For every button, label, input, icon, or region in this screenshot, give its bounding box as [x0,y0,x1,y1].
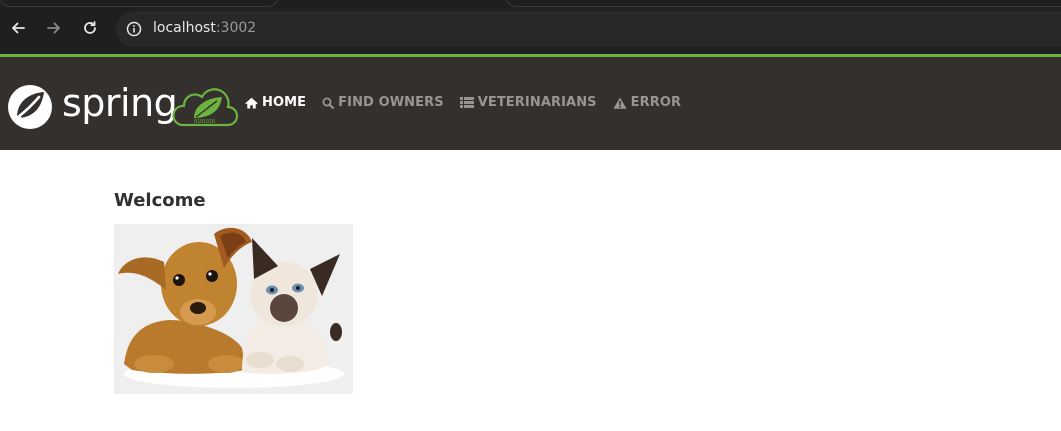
nav-home[interactable]: HOME [245,95,306,110]
nav-veterinarians[interactable]: VETERINARIANS [459,95,597,110]
navbar: spring 0101010 HOME FIND OWNERS VETERINA… [0,57,1061,150]
arrow-left-icon [12,22,25,34]
address-bar[interactable]: localhost:3002 [116,11,1061,47]
nav-find-owners-label: FIND OWNERS [338,95,444,110]
browser-tab[interactable] [506,0,1061,7]
spring-leaf-icon [8,85,52,129]
cloud-leaf-icon: 0101010 [172,88,238,127]
spring-logo[interactable]: spring 0101010 [6,81,238,129]
arrow-right-icon [47,22,60,34]
info-icon[interactable] [126,21,142,37]
brand-name: spring [62,81,178,125]
svg-text:0101010: 0101010 [194,119,215,125]
pets-image [114,224,353,394]
url-host: localhost [153,20,216,36]
browser-tab[interactable] [0,0,278,7]
home-icon [245,97,258,108]
browser-toolbar: localhost:3002 [0,0,1061,54]
url-text[interactable]: localhost:3002 [153,20,256,36]
forward-button[interactable] [43,17,65,39]
back-button[interactable] [7,17,29,39]
nav-home-label: HOME [262,95,307,110]
reload-button[interactable] [79,17,101,39]
nav-error-label: ERROR [630,95,682,110]
nav-veterinarians-label: VETERINARIANS [477,95,597,110]
nav-find-owners[interactable]: FIND OWNERS [322,95,444,110]
warning-icon [613,97,627,109]
nav-menu: HOME FIND OWNERS VETERINARIANS ERROR [245,95,681,110]
url-port: :3002 [215,20,257,36]
reload-icon [84,21,96,34]
search-icon [322,97,335,109]
nav-error[interactable]: ERROR [613,95,681,110]
list-icon [459,97,474,108]
page-title: Welcome [114,190,206,211]
